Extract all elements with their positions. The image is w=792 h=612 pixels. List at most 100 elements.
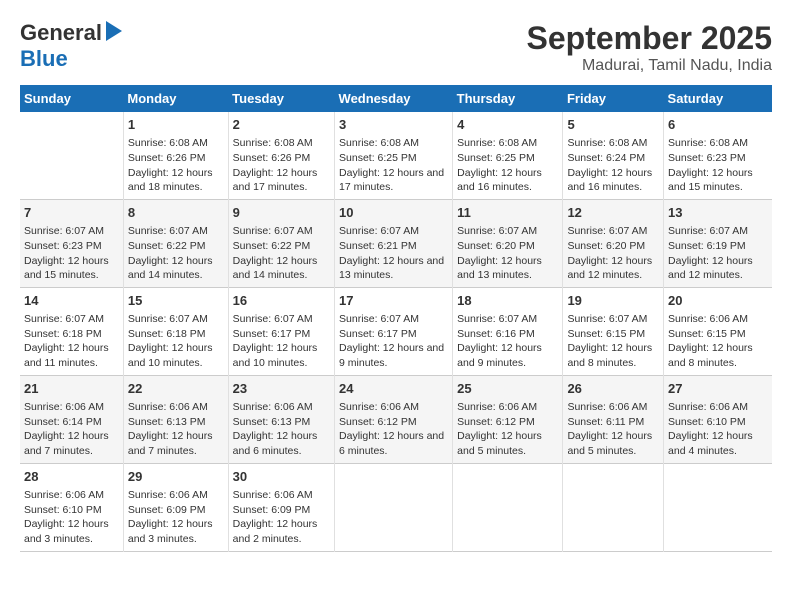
day-info: Sunrise: 6:07 AM Sunset: 6:20 PM Dayligh… [457,224,558,283]
day-number: 13 [668,204,768,222]
calendar-cell: 1 Sunrise: 6:08 AM Sunset: 6:26 PM Daylig… [123,112,228,199]
calendar-cell: 8Sunrise: 6:07 AM Sunset: 6:22 PM Daylig… [123,199,228,287]
day-info: Sunrise: 6:06 AM Sunset: 6:13 PM Dayligh… [128,400,224,459]
day-number: 15 [128,292,224,310]
calendar-cell: 7 Sunrise: 6:07 AM Sunset: 6:23 PM Daylig… [20,199,123,287]
day-info: Sunrise: 6:07 AM Sunset: 6:17 PM Dayligh… [339,312,448,371]
location: Madurai, Tamil Nadu, India [527,57,772,75]
logo-general-text: General [20,20,102,46]
calendar-cell: 14Sunrise: 6:07 AM Sunset: 6:18 PM Dayli… [20,287,123,375]
day-info: Sunrise: 6:07 AM Sunset: 6:16 PM Dayligh… [457,312,558,371]
day-number: 14 [24,292,119,310]
calendar-cell: 13 Sunrise: 6:07 AM Sunset: 6:19 PM Dayli… [664,199,772,287]
calendar-cell: 24 Sunrise: 6:06 AM Sunset: 6:12 PM Dayli… [335,375,453,463]
calendar-week-row: 14 Sunrise: 6:07 AM Sunset: 6:18 PM Dayli… [20,287,772,375]
day-info: Sunrise: 6:06 AM Sunset: 6:15 PM Dayligh… [668,312,768,371]
day-info: Sunrise: 6:06 AM Sunset: 6:09 PM Dayligh… [128,488,224,547]
day-number: 2 [233,116,330,134]
day-info: Sunrise: 6:06 AM Sunset: 6:13 PM Dayligh… [233,400,330,459]
calendar-cell: 26 Sunrise: 6:06 AM Sunset: 6:11 PM Dayli… [563,375,664,463]
day-info: Sunrise: 6:08 AM Sunset: 6:25 PM Dayligh… [457,136,558,195]
logo-arrow-icon [106,21,122,41]
col-thursday: Thursday [453,85,563,112]
day-info: Sunrise: 6:06 AM Sunset: 6:14 PM Dayligh… [24,400,119,459]
day-info: Sunrise: 6:06 AM Sunset: 6:12 PM Dayligh… [339,400,448,459]
calendar-cell [664,463,772,551]
day-number: 4 [457,116,558,134]
day-info: Sunrise: 6:08 AM Sunset: 6:25 PM Dayligh… [339,136,448,195]
calendar-cell: 5Sunrise: 6:08 AM Sunset: 6:24 PM Daylig… [563,112,664,199]
day-number: 24 [339,380,448,398]
calendar-header-row: Sunday Monday Tuesday Wednesday Thursday… [20,85,772,112]
day-number: 17 [339,292,448,310]
calendar-cell: 22 Sunrise: 6:06 AM Sunset: 6:13 PM Dayli… [123,375,228,463]
day-info: Sunrise: 6:08 AM Sunset: 6:26 PM Dayligh… [128,136,224,195]
calendar-cell: 27Sunrise: 6:06 AM Sunset: 6:10 PM Dayli… [664,375,772,463]
day-number: 23 [233,380,330,398]
calendar-week-row: 7 Sunrise: 6:07 AM Sunset: 6:23 PM Daylig… [20,199,772,287]
calendar-cell: 29 Sunrise: 6:06 AM Sunset: 6:09 PM Dayli… [123,463,228,551]
day-number: 10 [339,204,448,222]
day-number: 25 [457,380,558,398]
day-number: 9 [233,204,330,222]
day-number: 11 [457,204,558,222]
calendar-cell: 23 Sunrise: 6:06 AM Sunset: 6:13 PM Dayli… [228,375,334,463]
day-number: 3 [339,116,448,134]
col-tuesday: Tuesday [228,85,334,112]
day-number: 7 [24,204,119,222]
calendar-cell: 21 Sunrise: 6:06 AM Sunset: 6:14 PM Dayli… [20,375,123,463]
calendar-cell: 28 Sunrise: 6:06 AM Sunset: 6:10 PM Dayli… [20,463,123,551]
calendar-cell: 19 Sunrise: 6:07 AM Sunset: 6:15 PM Dayli… [563,287,664,375]
day-number: 26 [567,380,659,398]
day-number: 21 [24,380,119,398]
calendar-cell: 10 Sunrise: 6:07 AM Sunset: 6:21 PM Dayli… [335,199,453,287]
calendar-cell: 20 Sunrise: 6:06 AM Sunset: 6:15 PM Dayli… [664,287,772,375]
day-number: 20 [668,292,768,310]
calendar-cell: 17 Sunrise: 6:07 AM Sunset: 6:17 PM Dayli… [335,287,453,375]
logo: General Blue [20,20,122,72]
day-info: Sunrise: 6:07 AM Sunset: 6:15 PM Dayligh… [567,312,659,371]
day-number: 12 [567,204,659,222]
day-info: Sunrise: 6:07 AM Sunset: 6:18 PM Dayligh… [128,312,224,371]
month-title: September 2025 [527,20,772,57]
logo-blue-text: Blue [20,46,68,72]
day-number: 22 [128,380,224,398]
col-sunday: Sunday [20,85,123,112]
calendar-cell [20,112,123,199]
day-number: 6 [668,116,768,134]
day-info: Sunrise: 6:06 AM Sunset: 6:10 PM Dayligh… [24,488,119,547]
day-info: Sunrise: 6:07 AM Sunset: 6:17 PM Dayligh… [233,312,330,371]
col-monday: Monday [123,85,228,112]
calendar-cell: 4 Sunrise: 6:08 AM Sunset: 6:25 PM Daylig… [453,112,563,199]
day-info: Sunrise: 6:08 AM Sunset: 6:23 PM Dayligh… [668,136,768,195]
calendar-cell: 6 Sunrise: 6:08 AM Sunset: 6:23 PM Daylig… [664,112,772,199]
day-number: 19 [567,292,659,310]
day-number: 8 [128,204,224,222]
calendar-cell: 11 Sunrise: 6:07 AM Sunset: 6:20 PM Dayli… [453,199,563,287]
day-info: Sunrise: 6:07 AM Sunset: 6:19 PM Dayligh… [668,224,768,283]
calendar-cell: 12Sunrise: 6:07 AM Sunset: 6:20 PM Dayli… [563,199,664,287]
calendar-table: Sunday Monday Tuesday Wednesday Thursday… [20,85,772,552]
day-info: Sunrise: 6:07 AM Sunset: 6:22 PM Dayligh… [233,224,330,283]
day-info: Sunrise: 6:06 AM Sunset: 6:10 PM Dayligh… [668,400,768,459]
day-info: Sunrise: 6:06 AM Sunset: 6:09 PM Dayligh… [233,488,330,547]
day-info: Sunrise: 6:08 AM Sunset: 6:26 PM Dayligh… [233,136,330,195]
calendar-cell: 25Sunrise: 6:06 AM Sunset: 6:12 PM Dayli… [453,375,563,463]
calendar-cell: 18Sunrise: 6:07 AM Sunset: 6:16 PM Dayli… [453,287,563,375]
calendar-cell: 9 Sunrise: 6:07 AM Sunset: 6:22 PM Daylig… [228,199,334,287]
calendar-week-row: 1 Sunrise: 6:08 AM Sunset: 6:26 PM Daylig… [20,112,772,199]
day-number: 30 [233,468,330,486]
day-info: Sunrise: 6:06 AM Sunset: 6:11 PM Dayligh… [567,400,659,459]
calendar-cell: 30 Sunrise: 6:06 AM Sunset: 6:09 PM Dayli… [228,463,334,551]
calendar-cell: 3 Sunrise: 6:08 AM Sunset: 6:25 PM Daylig… [335,112,453,199]
calendar-cell: 16Sunrise: 6:07 AM Sunset: 6:17 PM Dayli… [228,287,334,375]
day-info: Sunrise: 6:07 AM Sunset: 6:23 PM Dayligh… [24,224,119,283]
day-number: 1 [128,116,224,134]
day-number: 28 [24,468,119,486]
day-info: Sunrise: 6:07 AM Sunset: 6:21 PM Dayligh… [339,224,448,283]
calendar-week-row: 28 Sunrise: 6:06 AM Sunset: 6:10 PM Dayli… [20,463,772,551]
col-friday: Friday [563,85,664,112]
calendar-cell: 15 Sunrise: 6:07 AM Sunset: 6:18 PM Dayli… [123,287,228,375]
calendar-cell [453,463,563,551]
day-number: 29 [128,468,224,486]
